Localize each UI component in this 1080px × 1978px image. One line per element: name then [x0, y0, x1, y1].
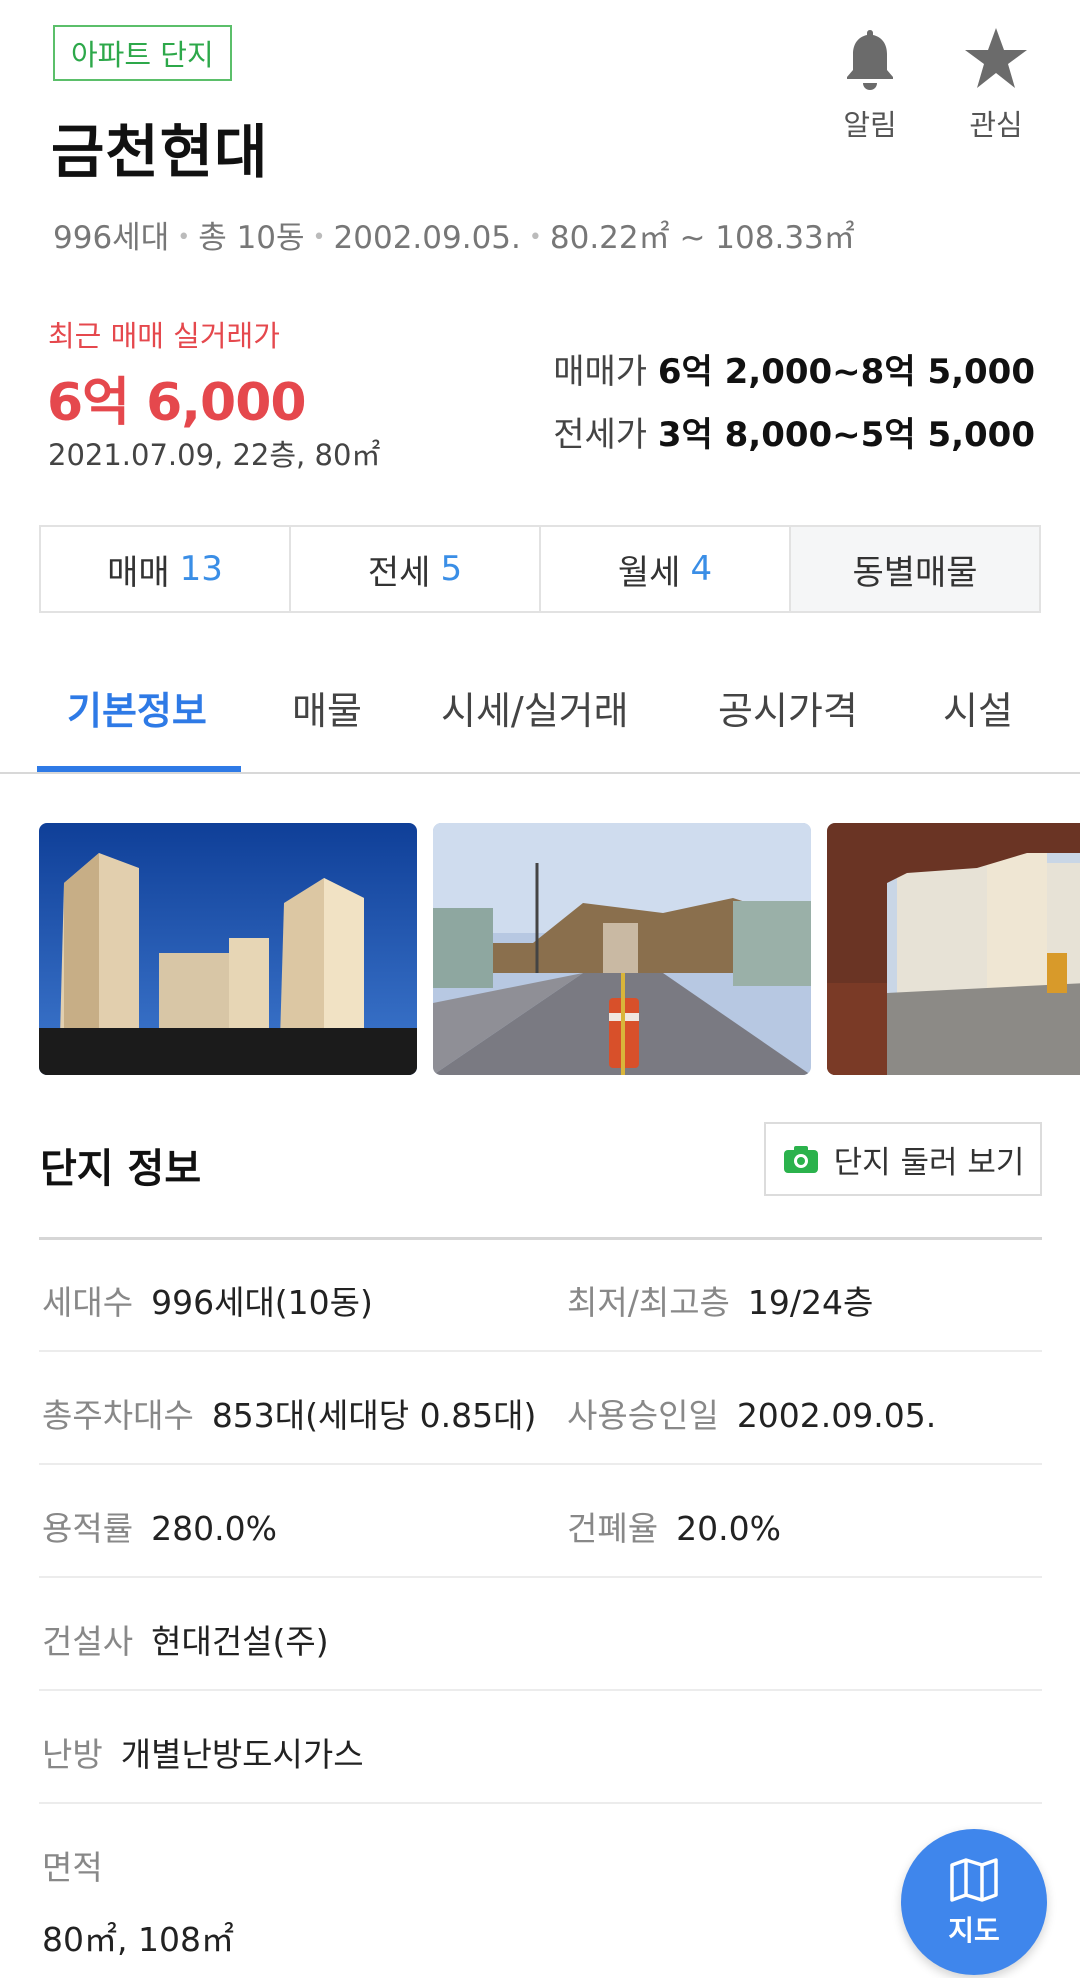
tab-official-price[interactable]: 공시가격: [718, 680, 858, 735]
bell-icon: [847, 30, 893, 90]
trade-tab-monthly[interactable]: 월세 4: [539, 525, 791, 613]
tour-button-label: 단지 둘러 보기: [833, 1144, 1025, 1181]
trade-tab-label: 매매: [107, 552, 170, 593]
sale-label: 매매가: [553, 352, 648, 392]
favorite-button[interactable]: 관심: [941, 26, 1051, 144]
complex-photo[interactable]: [433, 823, 811, 1075]
tab-basic-info[interactable]: 기본정보: [67, 680, 207, 735]
info-label: 면적: [42, 1848, 103, 1887]
page-title: 금천현대: [51, 118, 269, 186]
trade-tab-sale[interactable]: 매매 13: [39, 525, 291, 613]
alarm-label: 알림: [843, 108, 897, 142]
jeonse-range-value: 3억 8,000~5억 5,000: [657, 415, 1035, 455]
info-value: 19/24층: [747, 1283, 874, 1322]
complex-summary: 996세대 • 총 10동 • 2002.09.05. • 80.22㎡ ~ 108.33㎡: [53, 212, 855, 257]
info-approval-date: 사용승인일 2002.09.05.: [567, 1389, 936, 1437]
trade-tab-count: 13: [179, 549, 223, 589]
info-value: 현대건설(주): [151, 1622, 329, 1661]
info-value: 80㎡, 108㎡: [42, 1920, 234, 1959]
separator-dot: •: [177, 225, 191, 250]
meta-households: 996세대: [53, 220, 170, 256]
info-building-coverage: 건폐율 20.0%: [567, 1502, 781, 1550]
map-button-label: 지도: [948, 1914, 1000, 1947]
info-label: 용적률: [42, 1509, 134, 1548]
divider: [39, 1463, 1042, 1465]
info-label: 건설사: [42, 1622, 134, 1661]
favorite-label: 관심: [969, 108, 1023, 142]
complex-photo[interactable]: [827, 823, 1080, 1075]
property-type-tag: 아파트 단지: [53, 25, 232, 81]
divider: [39, 1802, 1042, 1804]
info-label: 난방: [42, 1735, 103, 1774]
separator-dot: •: [312, 225, 326, 250]
trade-tab-count: 4: [690, 549, 713, 589]
info-value: 853대(세대당 0.85대): [211, 1396, 537, 1435]
info-value: 2002.09.05.: [736, 1396, 937, 1435]
info-value: 280.0%: [151, 1509, 277, 1548]
info-households: 세대수 996세대(10동): [42, 1276, 373, 1324]
trade-tab-label: 동별매물: [852, 552, 978, 593]
info-area-value: 80㎡, 108㎡: [42, 1913, 234, 1961]
complex-tour-button[interactable]: 단지 둘러 보기: [764, 1122, 1042, 1196]
camera-icon: [783, 1146, 818, 1173]
jeonse-label: 전세가: [553, 415, 648, 455]
divider: [39, 1689, 1042, 1691]
jeonse-price-range: 전세가 3억 8,000~5억 5,000: [553, 407, 1035, 456]
alarm-button[interactable]: 알림: [815, 26, 925, 144]
info-floor-area-ratio: 용적률 280.0%: [42, 1502, 277, 1550]
star-icon: [965, 28, 1027, 88]
meta-approval-date: 2002.09.05.: [333, 220, 521, 256]
info-floors: 최저/최고층 19/24층: [567, 1276, 873, 1324]
info-heating: 난방 개별난방도시가스: [42, 1728, 364, 1776]
trade-tab-jeonse[interactable]: 전세 5: [289, 525, 541, 613]
trade-tab-label: 전세: [367, 552, 431, 593]
main-tabs: 기본정보 매물 시세/실거래 공시가격 시설: [0, 680, 1080, 774]
info-label: 총주차대수: [42, 1396, 194, 1435]
info-parking: 총주차대수 853대(세대당 0.85대): [42, 1389, 536, 1437]
info-value: 996세대(10동): [151, 1283, 373, 1322]
recent-price-label: 최근 매매 실거래가: [48, 319, 280, 353]
meta-buildings: 총 10동: [198, 220, 305, 256]
info-label: 사용승인일: [567, 1396, 719, 1435]
info-label: 세대수: [42, 1283, 134, 1322]
divider: [39, 1576, 1042, 1578]
trade-tab-label: 월세: [617, 552, 681, 593]
tab-facilities[interactable]: 시설: [943, 680, 1013, 735]
trade-type-tabs: 매매 13 전세 5 월세 4 동별매물: [39, 525, 1041, 613]
info-value: 20.0%: [676, 1509, 781, 1548]
info-builder: 건설사 현대건설(주): [42, 1615, 329, 1663]
complex-photo[interactable]: [39, 823, 417, 1075]
map-icon: [950, 1858, 998, 1902]
active-tab-indicator: [37, 766, 241, 772]
divider: [39, 1237, 1042, 1240]
info-area: 면적: [42, 1841, 121, 1889]
separator-dot: •: [528, 225, 542, 250]
trade-tab-count: 5: [440, 549, 463, 589]
tab-listings[interactable]: 매물: [292, 680, 362, 735]
map-button[interactable]: 지도: [901, 1829, 1047, 1975]
divider: [39, 1350, 1042, 1352]
meta-area-range: 80.22㎡ ~ 108.33㎡: [549, 220, 855, 256]
sale-price-range: 매매가 6억 2,000~8억 5,000: [553, 344, 1035, 393]
info-label: 최저/최고층: [567, 1283, 730, 1322]
recent-price-detail: 2021.07.09, 22층, 80㎡: [48, 438, 381, 472]
recent-price-value: 6억 6,000: [47, 373, 307, 433]
info-value: 개별난방도시가스: [120, 1735, 364, 1774]
trade-tab-by-building[interactable]: 동별매물: [789, 525, 1041, 613]
section-title: 단지 정보: [40, 1146, 202, 1192]
info-label: 건폐율: [567, 1509, 659, 1548]
sale-range-value: 6억 2,000~8억 5,000: [657, 352, 1035, 392]
tab-market-price[interactable]: 시세/실거래: [441, 680, 629, 735]
